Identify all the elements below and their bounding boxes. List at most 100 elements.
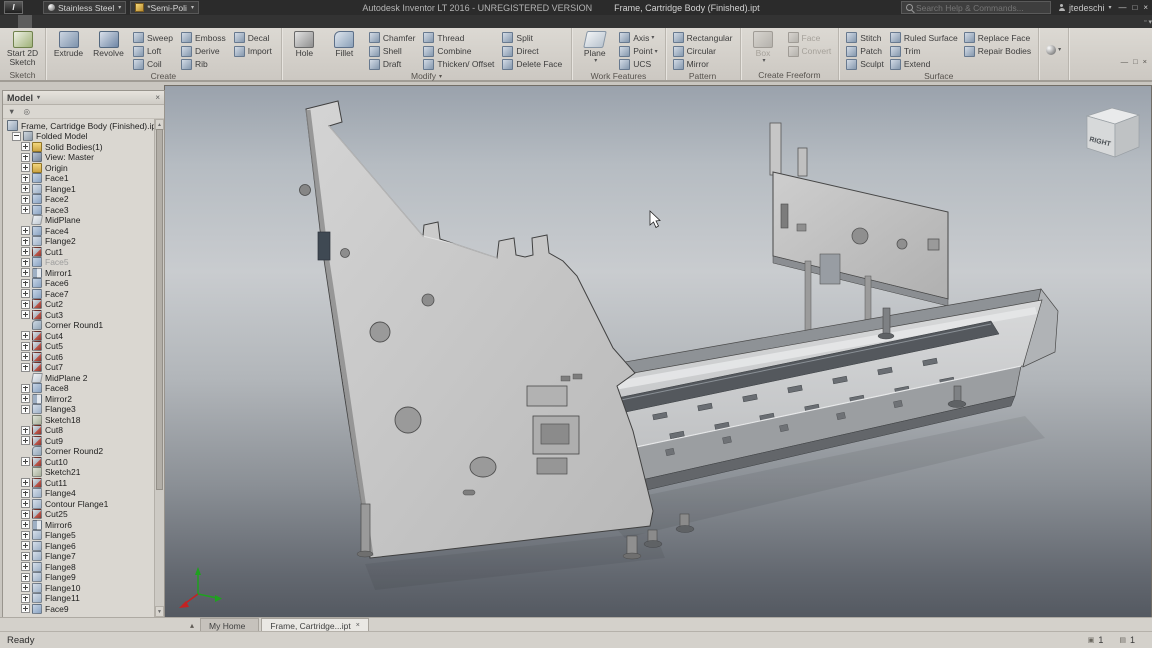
sculpt-button[interactable]: Sculpt <box>843 58 887 71</box>
tree-item[interactable]: Folded Model <box>4 131 156 142</box>
hole-button[interactable]: Hole <box>286 30 323 58</box>
freeform-convert-button[interactable]: Convert <box>785 44 835 57</box>
extend-button[interactable]: Extend <box>887 58 961 71</box>
browser-header[interactable]: Model ▾ × <box>3 91 164 105</box>
tree-item[interactable]: Contour Flange1 <box>4 499 156 510</box>
expander-icon[interactable] <box>21 510 30 519</box>
expander-icon[interactable] <box>21 153 30 162</box>
draft-button[interactable]: Draft <box>366 58 421 71</box>
direct-button[interactable]: Direct <box>499 44 567 57</box>
tree-item[interactable]: Mirror6 <box>4 520 156 531</box>
freeform-box-button[interactable]: Box ▾ <box>745 30 782 64</box>
thicken-offset-button[interactable]: Thicken/ Offset <box>420 58 499 71</box>
loft-button[interactable]: Loft <box>130 44 178 57</box>
thread-button[interactable]: Thread <box>420 31 499 44</box>
tree-item[interactable]: Cut9 <box>4 436 156 447</box>
import-button[interactable]: Import <box>231 44 277 57</box>
tree-item[interactable]: Flange4 <box>4 488 156 499</box>
tree-item[interactable]: MidPlane 2 <box>4 373 156 384</box>
circular-pattern-button[interactable]: Circular <box>670 44 736 57</box>
start-2d-sketch-button[interactable]: Start 2D Sketch <box>4 30 41 67</box>
ribbon-tab[interactable] <box>130 15 144 28</box>
ribbon-tab[interactable] <box>18 15 32 28</box>
point-button[interactable]: Point ▾ <box>616 44 660 57</box>
plane-button[interactable]: Plane ▾ <box>576 30 613 64</box>
combine-button[interactable]: Combine <box>420 44 499 57</box>
freeform-face-button[interactable]: Face <box>785 31 835 44</box>
tree-item[interactable]: Mirror1 <box>4 268 156 279</box>
expander-icon[interactable] <box>21 531 30 540</box>
tree-item[interactable]: Cut6 <box>4 352 156 363</box>
expander-icon[interactable] <box>21 457 30 466</box>
expander-icon[interactable] <box>21 405 30 414</box>
emboss-button[interactable]: Emboss <box>178 31 231 44</box>
tree-item[interactable]: Face2 <box>4 194 156 205</box>
expander-icon[interactable] <box>21 237 30 246</box>
tree-item[interactable]: Corner Round1 <box>4 320 156 331</box>
tab-my-home[interactable]: My Home <box>200 618 259 632</box>
expander-icon[interactable] <box>21 363 30 372</box>
expander-icon[interactable] <box>21 258 30 267</box>
expander-icon[interactable] <box>21 436 30 445</box>
tree-item[interactable]: Cut8 <box>4 425 156 436</box>
expander-icon[interactable] <box>21 289 30 298</box>
tree-item[interactable]: Face8 <box>4 383 156 394</box>
expander-icon[interactable] <box>21 583 30 592</box>
tree-item[interactable]: Cut3 <box>4 310 156 321</box>
browser-scrollbar[interactable]: ▲ ▼ <box>154 119 164 617</box>
expander-icon[interactable] <box>21 594 30 603</box>
tree-item[interactable]: Solid Bodies(1) <box>4 142 156 153</box>
appearance-sphere-button[interactable]: ▾ <box>1043 45 1064 55</box>
collapse-icon[interactable]: ▴ <box>186 618 198 632</box>
ribbon-tab[interactable] <box>102 15 116 28</box>
expander-icon[interactable] <box>21 205 30 214</box>
scrollbar-thumb[interactable] <box>156 129 163 490</box>
split-button[interactable]: Split <box>499 31 567 44</box>
tree-item[interactable]: Origin <box>4 163 156 174</box>
ribbon-tab[interactable] <box>4 15 18 28</box>
expander-icon[interactable] <box>21 562 30 571</box>
tree-item[interactable]: Cut25 <box>4 509 156 520</box>
ribbon-appearance-icon[interactable]: ▫ <box>1144 18 1146 25</box>
tree-item[interactable]: View: Master <box>4 152 156 163</box>
extrude-button[interactable]: Extrude <box>50 30 87 58</box>
maximize-button[interactable]: □ <box>1132 3 1137 12</box>
close-button[interactable]: × <box>1143 3 1148 12</box>
decal-button[interactable]: Decal <box>231 31 277 44</box>
expander-icon[interactable] <box>21 310 30 319</box>
expander-icon[interactable] <box>12 132 21 141</box>
tree-item[interactable]: Sketch21 <box>4 467 156 478</box>
tab-frame-cartridge[interactable]: Frame, Cartridge...ipt × <box>261 618 368 632</box>
tree-root-item[interactable]: Frame, Cartridge Body (Finished).ipt <box>4 120 156 131</box>
rectangular-pattern-button[interactable]: Rectangular <box>670 31 736 44</box>
replace-face-button[interactable]: Replace Face <box>961 31 1034 44</box>
expander-icon[interactable] <box>21 142 30 151</box>
ucs-button[interactable]: UCS <box>616 58 660 71</box>
tree-item[interactable]: Flange2 <box>4 236 156 247</box>
search-input[interactable] <box>916 3 1046 13</box>
patch-button[interactable]: Patch <box>843 44 887 57</box>
doc-restore-button[interactable]: □ <box>1133 57 1138 66</box>
appearance-dropdown[interactable]: *Semi-Poli ▾ <box>130 1 199 14</box>
expander-icon[interactable] <box>21 279 30 288</box>
mirror-pattern-button[interactable]: Mirror <box>670 58 736 71</box>
tree-item[interactable]: Flange3 <box>4 404 156 415</box>
expander-icon[interactable] <box>21 226 30 235</box>
tree-item[interactable]: Face1 <box>4 173 156 184</box>
chamfer-button[interactable]: Chamfer <box>366 31 421 44</box>
expander-icon[interactable] <box>21 489 30 498</box>
tree-item[interactable]: Face4 <box>4 226 156 237</box>
expander-icon[interactable] <box>21 552 30 561</box>
ribbon-tab[interactable] <box>32 15 46 28</box>
coil-button[interactable]: Coil <box>130 58 178 71</box>
scroll-down-icon[interactable]: ▼ <box>155 606 164 617</box>
revolve-button[interactable]: Revolve <box>90 30 127 58</box>
expander-icon[interactable] <box>21 331 30 340</box>
expander-icon[interactable] <box>21 541 30 550</box>
axis-button[interactable]: Axis ▾ <box>616 31 660 44</box>
tree-item[interactable]: Flange8 <box>4 562 156 573</box>
expander-icon[interactable] <box>21 604 30 613</box>
stitch-button[interactable]: Stitch <box>843 31 887 44</box>
browser-close-icon[interactable]: × <box>155 93 160 102</box>
tree-item[interactable]: Flange1 <box>4 184 156 195</box>
